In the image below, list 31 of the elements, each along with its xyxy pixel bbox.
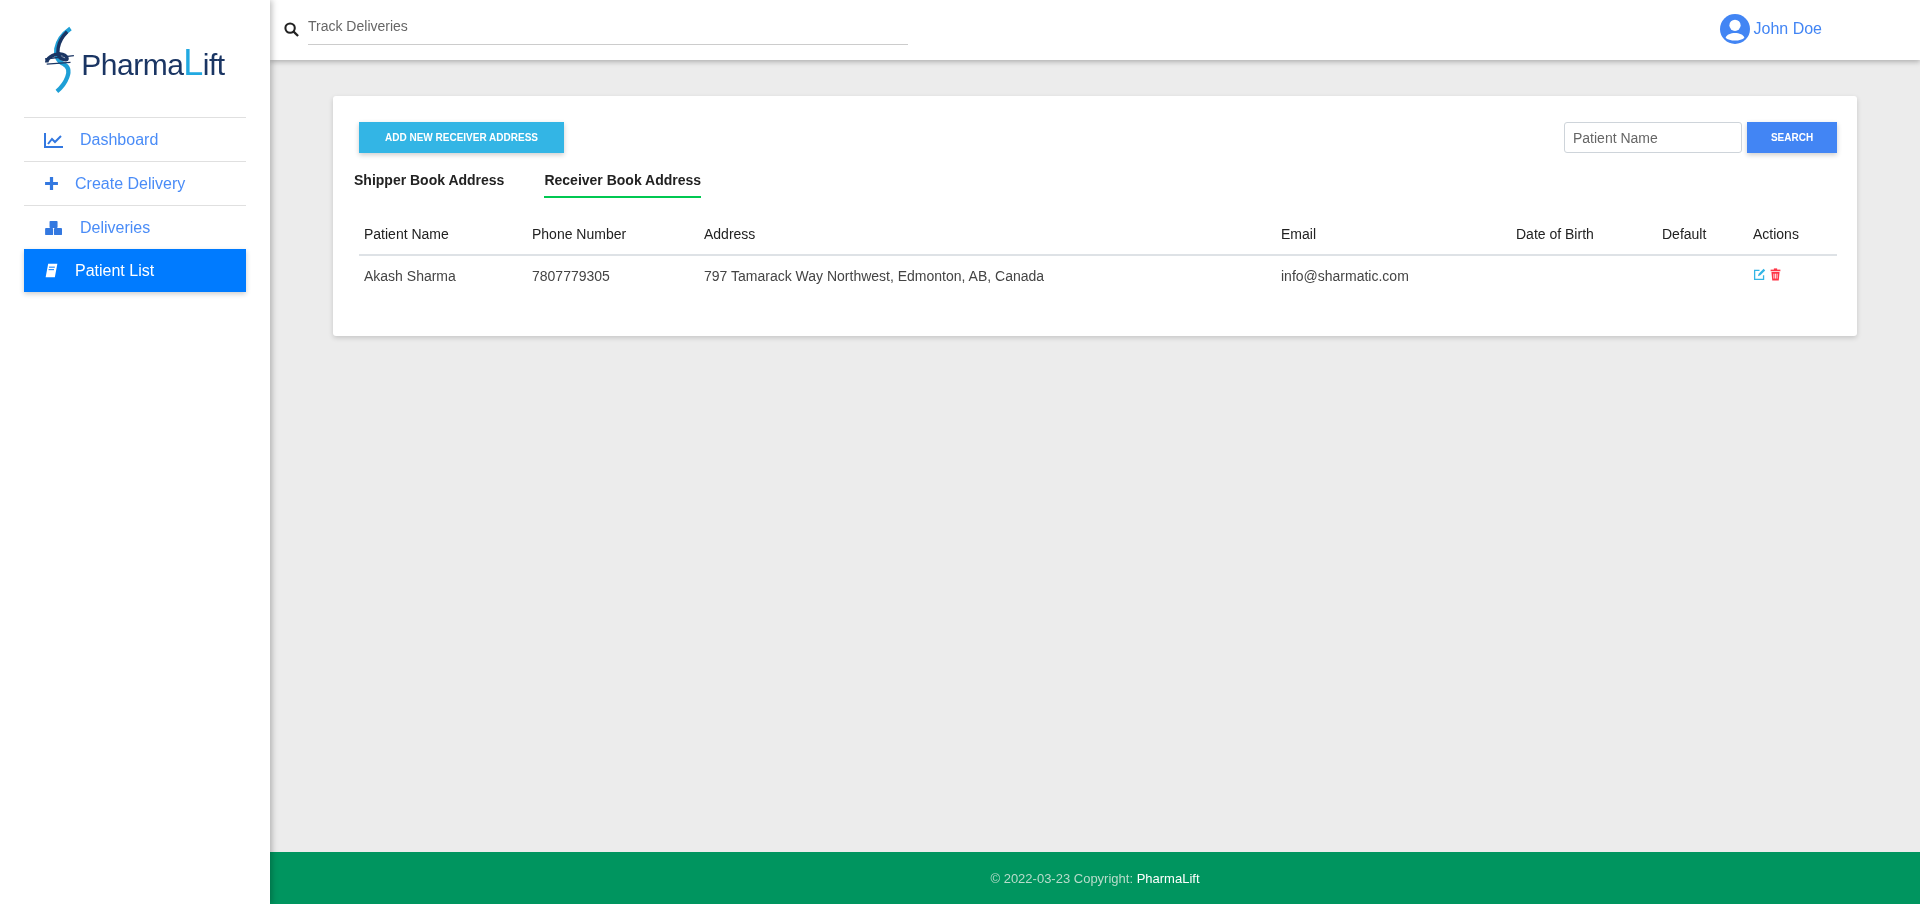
pharmalift-link[interactable]: PharmaLift [1136, 870, 1200, 886]
column-header: Default [1662, 226, 1707, 242]
address-tab[interactable]: Receiver Book Address [544, 172, 702, 198]
patient-name-cell: Akash Sharma [364, 268, 456, 284]
user-menu[interactable]: John Doe [1719, 14, 1822, 44]
plus-icon [44, 176, 59, 191]
column-header: Phone Number [532, 226, 627, 242]
user-avatar-icon [1719, 14, 1750, 44]
cubes-icon [44, 219, 64, 236]
column-header: Actions [1753, 226, 1799, 242]
book-icon [44, 263, 59, 278]
sidebar-item[interactable]: Patient List [24, 249, 246, 292]
delete-icon[interactable] [1769, 268, 1782, 281]
address-cell: 797 Tamarack Way Northwest, Edmonton, AB, Canada [704, 268, 1045, 284]
sidebar-item[interactable]: Dashboard [24, 117, 246, 161]
sidebar-item[interactable]: Create Delivery [24, 161, 246, 205]
column-header: Patient Name [364, 226, 449, 242]
line-chart-icon [44, 131, 64, 148]
address-tab[interactable]: Shipper Book Address [354, 172, 505, 198]
copyright-text: © 2022-03-23 Copyright: PharmaLift [990, 870, 1200, 886]
pharmalift-logo: PharmaLift [0, 0, 270, 117]
patient-name-field[interactable]: Patient Name [1564, 122, 1742, 153]
phone-cell: 7807779305 [532, 268, 610, 284]
search-button[interactable]: SEARCH [1747, 122, 1837, 153]
email-cell: info@sharmatic.com [1281, 268, 1409, 284]
column-header: Address [704, 226, 756, 242]
column-header: Email [1281, 226, 1316, 242]
column-header: Date of Birth [1516, 226, 1594, 242]
edit-icon[interactable] [1753, 268, 1766, 281]
search-icon [284, 22, 299, 37]
add-receiver-button[interactable]: ADD NEW RECEIVER ADDRESS [359, 122, 564, 153]
